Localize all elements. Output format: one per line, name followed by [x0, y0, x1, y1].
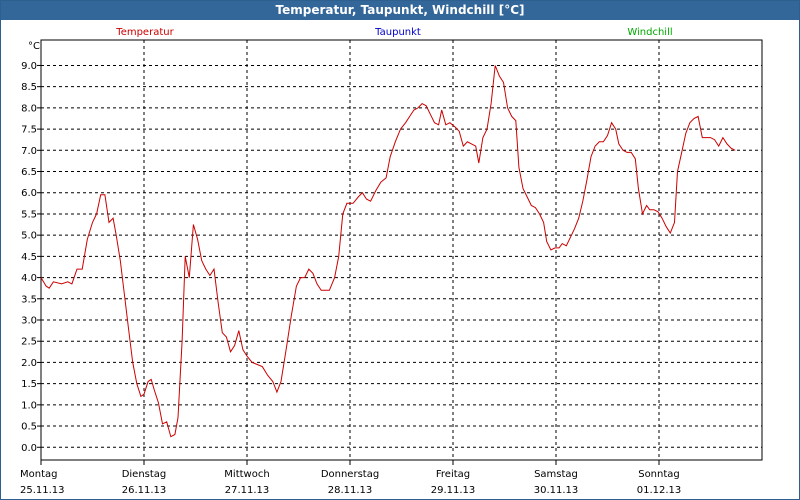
y-tick-label: 5.0: [21, 231, 37, 242]
y-tick-label: 3.0: [21, 316, 37, 327]
x-tick-date: 30.11.13: [534, 485, 579, 496]
series-line-temperatur: [40, 65, 736, 438]
x-tick-date: 27.11.13: [225, 485, 270, 496]
x-tick-day: Mittwoch: [224, 469, 269, 480]
y-tick-label: 3.5: [21, 294, 37, 305]
y-tick-label: 1.0: [21, 400, 37, 411]
y-tick-label: 1.5: [21, 379, 37, 390]
y-tick-label: 8.5: [21, 82, 37, 93]
series-layer: [40, 65, 736, 438]
x-tick-date: 29.11.13: [431, 485, 476, 496]
x-tick-date: 01.12.13: [637, 485, 682, 496]
x-tick-day: Montag: [20, 469, 57, 480]
x-tick-date: 25.11.13: [20, 485, 65, 496]
legend-temperatur: Temperatur: [115, 27, 174, 38]
y-tick-label: 7.0: [21, 146, 37, 157]
y-tick-label: 6.5: [21, 167, 37, 178]
y-tick-label: 6.0: [21, 188, 37, 199]
y-tick-label: 2.5: [21, 337, 37, 348]
chart-canvas: °C Temperatur Taupunkt Windchill 0.0 0.5 1…: [20, 27, 763, 496]
y-tick-label: 0.5: [21, 422, 37, 433]
y-tick-label: 2.0: [21, 358, 37, 369]
x-tick-day: Donnerstag: [321, 469, 379, 480]
chart-window: Temperatur, Taupunkt, Windchill [°C] °C …: [0, 0, 800, 500]
y-tick-label: 8.0: [21, 103, 37, 114]
grid-lines: [41, 40, 762, 460]
x-axis: Montag 25.11.13 Dienstag 26.11.13 Mittwoch 27…: [20, 460, 681, 496]
y-tick-label: 5.5: [21, 209, 37, 220]
y-tick-label: 4.5: [21, 252, 37, 263]
x-tick-day: Sonntag: [638, 469, 680, 480]
x-tick-day: Freitag: [436, 469, 470, 480]
y-axis-unit: °C: [28, 41, 40, 52]
x-tick-date: 28.11.13: [328, 485, 373, 496]
chart-title: Temperatur, Taupunkt, Windchill [°C]: [1, 1, 799, 20]
x-tick-date: 26.11.13: [122, 485, 167, 496]
y-axis: 0.0 0.5 1.0 1.5 2.0 2.5 3.0 3.5 4.0 4.5 5.0 5.5 6.0 6…: [21, 61, 41, 454]
y-tick-label: 7.5: [21, 125, 37, 136]
x-tick-day: Samstag: [534, 469, 578, 480]
legend-taupunkt: Taupunkt: [374, 27, 421, 38]
y-tick-label: 9.0: [21, 61, 37, 72]
x-tick-day: Dienstag: [122, 469, 167, 480]
plot-frame: [40, 39, 763, 461]
y-tick-label: 0.0: [21, 443, 37, 454]
y-tick-label: 4.0: [21, 273, 37, 284]
legend-windchill: Windchill: [627, 27, 672, 38]
